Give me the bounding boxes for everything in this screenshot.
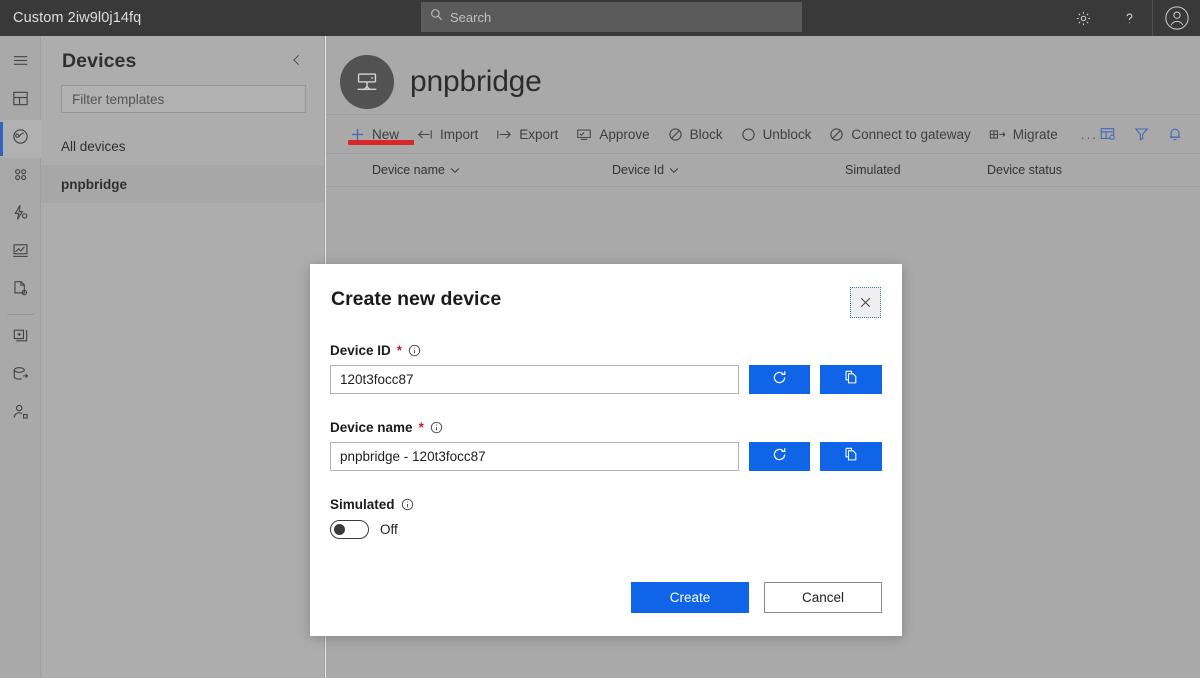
info-icon[interactable] xyxy=(430,421,443,434)
copy-icon xyxy=(843,369,859,390)
info-icon[interactable] xyxy=(408,344,421,357)
field-simulated: Simulated Off xyxy=(330,497,882,539)
device-name-value: pnpbridge - 120t3focc87 xyxy=(340,449,486,464)
device-id-label: Device ID * xyxy=(330,343,882,358)
dialog-footer: Create Cancel xyxy=(310,558,902,636)
dialog-body: Device ID * 120t3focc87 Device name * pn… xyxy=(310,343,902,539)
simulated-label: Simulated xyxy=(330,497,882,512)
device-name-input[interactable]: pnpbridge - 120t3focc87 xyxy=(330,442,739,471)
device-name-refresh-button[interactable] xyxy=(748,442,811,471)
copy-icon xyxy=(843,446,859,467)
device-name-copy-button[interactable] xyxy=(820,442,882,471)
dialog-title: Create new device xyxy=(331,288,502,310)
cancel-button[interactable]: Cancel xyxy=(764,581,882,613)
device-name-label-text: Device name xyxy=(330,420,413,435)
simulated-toggle[interactable] xyxy=(330,520,369,539)
field-device-name: Device name * pnpbridge - 120t3focc87 xyxy=(330,420,882,471)
device-id-value: 120t3focc87 xyxy=(340,372,414,387)
info-icon[interactable] xyxy=(401,498,414,511)
device-id-label-text: Device ID xyxy=(330,343,391,358)
close-icon[interactable] xyxy=(850,287,881,318)
required-asterisk: * xyxy=(418,420,424,435)
required-asterisk: * xyxy=(396,343,403,358)
simulated-label-text: Simulated xyxy=(330,497,395,512)
app-root: Custom 2iw9l0j14fq Search Devices Filter… xyxy=(0,0,1200,678)
simulated-state-label: Off xyxy=(380,522,398,537)
create-button[interactable]: Create xyxy=(631,581,749,613)
device-id-input[interactable]: 120t3focc87 xyxy=(330,365,739,394)
create-new-device-dialog: Create new device Device ID * 120t3focc8… xyxy=(310,264,902,636)
refresh-icon xyxy=(771,369,788,391)
device-id-row: 120t3focc87 xyxy=(330,365,882,394)
toggle-knob xyxy=(334,524,345,535)
dialog-header: Create new device xyxy=(310,264,902,318)
field-device-id: Device ID * 120t3focc87 xyxy=(330,343,882,394)
device-id-refresh-button[interactable] xyxy=(748,365,811,394)
simulated-toggle-row: Off xyxy=(330,520,882,539)
refresh-icon xyxy=(771,446,788,468)
device-name-label: Device name * xyxy=(330,420,882,435)
device-name-row: pnpbridge - 120t3focc87 xyxy=(330,442,882,471)
device-id-copy-button[interactable] xyxy=(820,365,882,394)
